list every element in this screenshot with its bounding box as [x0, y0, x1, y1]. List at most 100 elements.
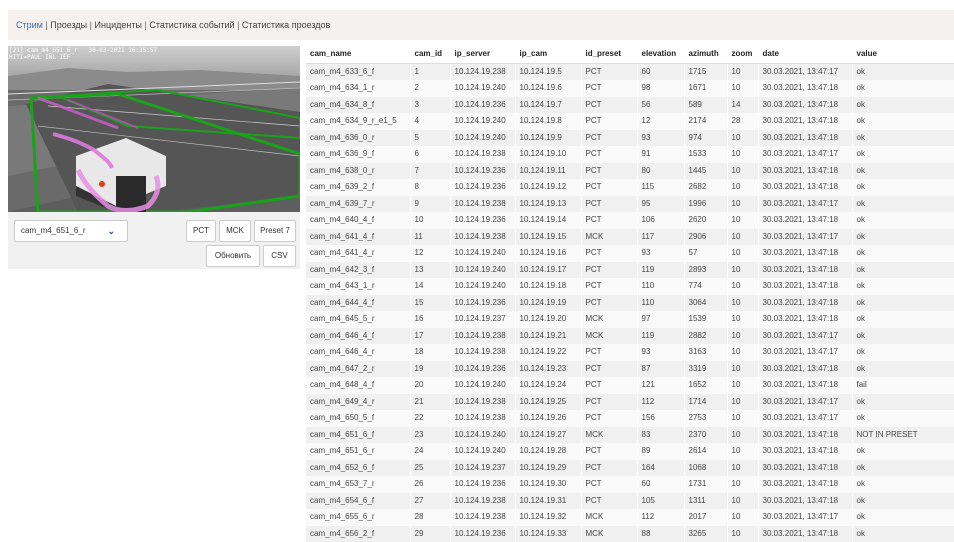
table-cell-id_preset: PCT — [581, 113, 638, 130]
table-cell-id_preset: PCT — [581, 393, 638, 410]
csv-export-button[interactable]: CSV — [263, 245, 296, 267]
table-cell-zoom: 10 — [727, 63, 759, 80]
table-row[interactable]: cam_m4_650_5_f 22 10.124.19.238 10.124.19.2… — [306, 410, 954, 427]
table-cell-date: 30.03.2021, 13:47:17 — [758, 228, 853, 245]
table-cell-zoom: 10 — [727, 426, 759, 443]
table-cell-cam_id: 3 — [410, 96, 451, 113]
table-cell-id_preset: PCT — [581, 96, 638, 113]
table-cell-ip_server: 10.124.19.238 — [450, 195, 516, 212]
table-row[interactable]: cam_m4_641_4_r 12 10.124.19.240 10.124.19.1… — [306, 245, 954, 262]
table-row[interactable]: cam_m4_648_4_f 20 10.124.19.240 10.124.19.2… — [306, 377, 954, 394]
table-cell-cam_name: cam_m4_641_4_f — [306, 228, 411, 245]
column-header-value[interactable]: value — [852, 46, 954, 64]
table-cell-cam_id: 4 — [410, 113, 451, 130]
table-cell-cam_name: cam_m4_650_5_f — [306, 410, 411, 427]
table-cell-zoom: 10 — [727, 476, 759, 493]
table-row[interactable]: cam_m4_642_3_f 13 10.124.19.240 10.124.19.1… — [306, 261, 954, 278]
table-row[interactable]: cam_m4_645_5_r 16 10.124.19.237 10.124.19.2… — [306, 311, 954, 328]
table-row[interactable]: cam_m4_634_8_f 3 10.124.19.236 10.124.19.7 P… — [306, 96, 954, 113]
nav-separator: | — [45, 20, 48, 30]
table-cell-cam_name: cam_m4_641_4_r — [306, 245, 411, 262]
pct-preset-button[interactable]: PCT — [186, 220, 216, 242]
table-cell-elevation: 164 — [637, 459, 685, 476]
table-cell-value: ok — [852, 410, 954, 427]
table-cell-zoom: 10 — [727, 393, 759, 410]
table-cell-id_preset: PCT — [581, 476, 638, 493]
stream-panel: [21] cam_m4_651_6_r 30-03-2021 16:35:57 … — [8, 46, 300, 269]
column-header-cam_id[interactable]: cam_id — [410, 46, 451, 64]
table-cell-zoom: 28 — [727, 113, 759, 130]
nav-link-4[interactable]: Статистика проездов — [242, 20, 330, 30]
preset-7-button[interactable]: Preset 7 — [254, 220, 296, 242]
table-row[interactable]: cam_m4_639_2_f 8 10.124.19.236 10.124.19.12… — [306, 179, 954, 196]
table-cell-cam_name: cam_m4_645_5_r — [306, 311, 411, 328]
table-row[interactable]: cam_m4_652_6_f 25 10.124.19.237 10.124.19.2… — [306, 459, 954, 476]
table-row[interactable]: cam_m4_638_0_r 7 10.124.19.236 10.124.19.11… — [306, 162, 954, 179]
table-cell-id_preset: PCT — [581, 146, 638, 163]
table-row[interactable]: cam_m4_644_4_f 15 10.124.19.236 10.124.19.1… — [306, 294, 954, 311]
table-row[interactable]: cam_m4_653_7_r 26 10.124.19.236 10.124.19.3… — [306, 476, 954, 493]
table-row[interactable]: cam_m4_655_6_r 28 10.124.19.238 10.124.19.3… — [306, 509, 954, 526]
table-row[interactable]: cam_m4_639_7_r 9 10.124.19.238 10.124.19.13… — [306, 195, 954, 212]
column-header-id_preset[interactable]: id_preset — [581, 46, 638, 64]
table-row[interactable]: cam_m4_646_4_f 17 10.124.19.238 10.124.19.2… — [306, 327, 954, 344]
column-header-zoom[interactable]: zoom — [727, 46, 759, 64]
table-row[interactable]: cam_m4_634_9_r_e1_5 4 10.124.19.240 10.124.… — [306, 113, 954, 130]
column-header-azimuth[interactable]: azimuth — [684, 46, 728, 64]
table-cell-zoom: 10 — [727, 179, 759, 196]
table-cell-ip_cam: 10.124.19.9 — [515, 129, 582, 146]
refresh-button[interactable]: Обновить — [206, 245, 260, 267]
column-header-ip_server[interactable]: ip_server — [450, 46, 516, 64]
column-header-cam_name[interactable]: cam_name — [306, 46, 411, 64]
column-header-date[interactable]: date — [758, 46, 853, 64]
table-row[interactable]: cam_m4_649_4_r 21 10.124.19.238 10.124.19.2… — [306, 393, 954, 410]
nav-link-2[interactable]: Инциденты — [95, 20, 142, 30]
table-row[interactable]: cam_m4_636_9_f 6 10.124.19.238 10.124.19.10… — [306, 146, 954, 163]
table-row[interactable]: cam_m4_656_2_f 29 10.124.19.236 10.124.19.3… — [306, 525, 954, 542]
table-cell-azimuth: 774 — [684, 278, 728, 295]
table-row[interactable]: cam_m4_643_1_r 14 10.124.19.240 10.124.19.1… — [306, 278, 954, 295]
table-cell-ip_cam: 10.124.19.32 — [515, 509, 582, 526]
table-cell-cam_name: cam_m4_634_9_r_e1_5 — [306, 113, 411, 130]
nav-link-3[interactable]: Статистика событий — [149, 20, 234, 30]
table-row[interactable]: cam_m4_634_1_r 2 10.124.19.240 10.124.19.6 P… — [306, 80, 954, 97]
table-cell-value: ok — [852, 261, 954, 278]
table-cell-cam_id: 10 — [410, 212, 451, 229]
table-cell-ip_server: 10.124.19.238 — [450, 509, 516, 526]
table-cell-cam_name: cam_m4_647_2_r — [306, 360, 411, 377]
table-cell-elevation: 112 — [637, 393, 685, 410]
nav-link-0[interactable]: Стрим — [16, 20, 43, 30]
table-cell-cam_id: 19 — [410, 360, 451, 377]
nav-link-1[interactable]: Проезды — [50, 20, 87, 30]
table-row[interactable]: cam_m4_640_4_f 10 10.124.19.236 10.124.19.1… — [306, 212, 954, 229]
table-row[interactable]: cam_m4_646_4_r 18 10.124.19.238 10.124.19.2… — [306, 344, 954, 361]
table-cell-cam_name: cam_m4_639_7_r — [306, 195, 411, 212]
camera-select[interactable]: cam_m4_651_6_r ⌄ — [14, 220, 128, 242]
table-row[interactable]: cam_m4_636_0_r 5 10.124.19.240 10.124.19.9 P… — [306, 129, 954, 146]
table-row[interactable]: cam_m4_633_6_f 1 10.124.19.238 10.124.19.5 P… — [306, 63, 954, 80]
column-header-elevation[interactable]: elevation — [637, 46, 685, 64]
table-row[interactable]: cam_m4_654_6_f 27 10.124.19.238 10.124.19.3… — [306, 492, 954, 509]
table-cell-date: 30.03.2021, 13:47:18 — [758, 96, 853, 113]
table-cell-id_preset: PCT — [581, 294, 638, 311]
table-cell-cam_name: cam_m4_646_4_f — [306, 327, 411, 344]
mck-preset-button[interactable]: MCK — [219, 220, 251, 242]
table-cell-zoom: 10 — [727, 80, 759, 97]
table-cell-cam_name: cam_m4_644_4_f — [306, 294, 411, 311]
table-cell-date: 30.03.2021, 13:47:18 — [758, 459, 853, 476]
table-cell-ip_server: 10.124.19.238 — [450, 146, 516, 163]
table-cell-value: ok — [852, 294, 954, 311]
table-body: cam_m4_633_6_f 1 10.124.19.238 10.124.19.5 P… — [306, 63, 954, 542]
table-row[interactable]: cam_m4_641_4_f 11 10.124.19.238 10.124.19.1… — [306, 228, 954, 245]
table-row[interactable]: cam_m4_651_6_r 24 10.124.19.240 10.124.19.2… — [306, 443, 954, 460]
table-row[interactable]: cam_m4_647_2_r 19 10.124.19.236 10.124.19.2… — [306, 360, 954, 377]
table-cell-id_preset: PCT — [581, 80, 638, 97]
table-cell-ip_cam: 10.124.19.8 — [515, 113, 582, 130]
camera-video-feed[interactable]: [21] cam_m4_651_6_r 30-03-2021 16:35:57 … — [8, 46, 300, 212]
table-cell-cam_id: 24 — [410, 443, 451, 460]
table-row[interactable]: cam_m4_651_6_f 23 10.124.19.240 10.124.19.2… — [306, 426, 954, 443]
table-cell-value: ok — [852, 80, 954, 97]
table-cell-azimuth: 1996 — [684, 195, 728, 212]
table-cell-ip_cam: 10.124.19.13 — [515, 195, 582, 212]
column-header-ip_cam[interactable]: ip_cam — [515, 46, 582, 64]
